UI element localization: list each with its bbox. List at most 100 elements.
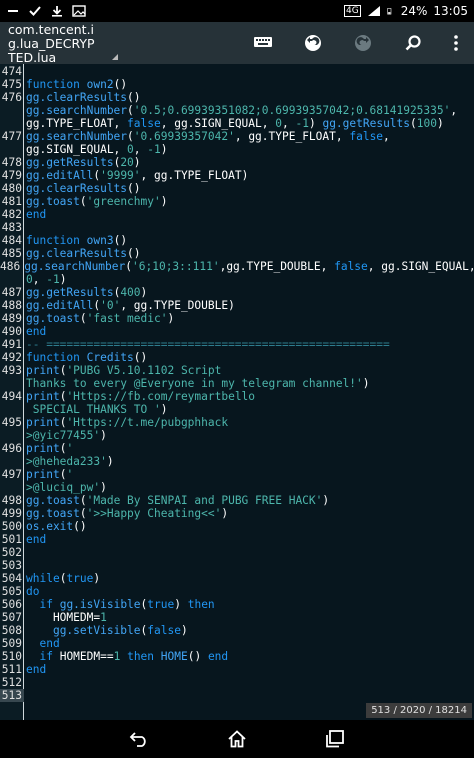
code-line[interactable]: 511 end (0, 663, 474, 676)
line-text: while(true) (24, 572, 100, 585)
code-line[interactable]: gg.SIGN_EQUAL, 0, -1) (0, 143, 474, 156)
code-token: gg.searchNumber (24, 260, 126, 273)
cursor-position-indicator: 513 / 2020 / 18214 (366, 703, 472, 718)
line-text: >@heheda233') (24, 455, 114, 468)
code-token: , gg.TYPE_FLOAT, (234, 130, 350, 143)
code-line[interactable]: 500 os.exit() (0, 520, 474, 533)
code-line[interactable]: 503 (0, 559, 474, 572)
code-line[interactable]: 495 print('Https://t.me/pubgphhack (0, 416, 474, 429)
code-line[interactable]: 486 gg.searchNumber('6;10;3::111',gg.TYPE… (0, 260, 474, 273)
code-line[interactable]: 506 if gg.isVisible(true) then (0, 598, 474, 611)
code-token: false (349, 130, 384, 143)
code-line[interactable]: >@yic77455') (0, 429, 474, 442)
home-button[interactable] (217, 720, 257, 758)
code-token: ( (79, 507, 87, 520)
code-line[interactable]: 489 gg.toast('fast medic') (0, 312, 474, 325)
code-token: then (187, 598, 215, 611)
line-number (0, 273, 24, 286)
code-line[interactable]: 496 print(' (0, 442, 474, 455)
code-line[interactable]: 484 function own3() (0, 234, 474, 247)
code-line[interactable]: 491 -- ==================================… (0, 338, 474, 351)
code-token: 20 (120, 156, 134, 169)
line-text: gg.toast('Made By SENPAI and PUBG FREE H… (24, 494, 329, 507)
code-line[interactable]: 479 gg.editAll('9999', gg.TYPE_FLOAT) (0, 169, 474, 182)
line-number: 477 (1, 130, 22, 143)
code-token: gg.clearResults (26, 247, 128, 260)
code-editor[interactable]: 474 475 function own2() 476 gg.clearResults(… (0, 64, 474, 720)
line-number (0, 143, 24, 156)
code-line[interactable]: 492 function Credits() (0, 351, 474, 364)
code-token: HOME (160, 650, 188, 663)
code-line[interactable]: 490 end (0, 325, 474, 338)
code-line[interactable]: 501 end (0, 533, 474, 546)
line-text: end (24, 533, 46, 546)
code-token: '9999' (100, 169, 141, 182)
code-line[interactable]: 507 HOMEDM=1 (0, 611, 474, 624)
code-line[interactable]: 481 gg.toast('greenchmy') (0, 195, 474, 208)
code-line[interactable]: 509 end (0, 637, 474, 650)
code-line[interactable]: 485 gg.clearResults() (0, 247, 474, 260)
code-line[interactable]: 474 (0, 65, 474, 78)
code-line[interactable]: 508 gg.setVisible(false) (0, 624, 474, 637)
code-token: , (133, 143, 148, 156)
code-line[interactable]: >@heheda233') (0, 455, 474, 468)
code-line[interactable]: 0, -1) (0, 273, 474, 286)
code-token: >@heheda233' (26, 455, 107, 468)
undo-icon (305, 35, 321, 51)
toolbar (238, 22, 474, 64)
code-line[interactable]: 488 gg.editAll('0', gg.TYPE_DOUBLE) (0, 299, 474, 312)
line-text: gg.TYPE_FLOAT, false, gg.SIGN_EQUAL, 0, … (24, 117, 444, 130)
code-token: 'Https://fb.com/reymartbello (66, 390, 256, 403)
code-line[interactable]: 476 gg.clearResults() (0, 91, 474, 104)
code-line[interactable]: 487 gg.getResults(400) (0, 286, 474, 299)
code-line[interactable]: 482 end (0, 208, 474, 221)
code-line[interactable]: 478 gg.getResults(20) (0, 156, 474, 169)
code-line[interactable]: 513 (0, 689, 474, 702)
code-line[interactable]: gg.searchNumber('0.5;0.69939351082;0.699… (0, 104, 474, 117)
status-bar: 4G 24% 13:05 (0, 0, 474, 22)
code-line[interactable]: 477 gg.searchNumber('0.69939357042', gg.T… (0, 130, 474, 143)
code-token: ) (160, 195, 168, 208)
back-button[interactable] (119, 720, 159, 758)
network-badge: 4G (344, 5, 361, 17)
code-area[interactable]: 474 475 function own2() 476 gg.clearResults(… (0, 65, 474, 702)
code-line[interactable]: >@luciq_pw') (0, 481, 474, 494)
recents-button[interactable] (315, 720, 355, 758)
code-line[interactable]: 494 print('Https://fb.com/reymartbello (0, 390, 474, 403)
code-line[interactable]: 497 print(' (0, 468, 474, 481)
code-line[interactable]: 498 gg.toast('Made By SENPAI and PUBG FRE… (0, 494, 474, 507)
line-text: end (24, 663, 46, 676)
more-options-button[interactable] (438, 22, 474, 64)
code-line[interactable]: 502 (0, 546, 474, 559)
code-line[interactable]: 512 (0, 676, 474, 689)
line-text: gg.clearResults() (24, 182, 141, 195)
code-token: gg.isVisible (59, 598, 141, 611)
code-token: () (127, 91, 141, 104)
line-text: gg.getResults(20) (24, 156, 141, 169)
code-line[interactable]: Thanks to every @Everyone in my telegram… (0, 377, 474, 390)
code-line[interactable]: 505 do (0, 585, 474, 598)
file-title[interactable]: com.tencent.i g.lua_DECRYP TED.lua (0, 22, 120, 64)
code-line[interactable]: 493 print('PUBG V5.10.1102 Script (0, 364, 474, 377)
code-token: ,gg.TYPE_DOUBLE, (219, 260, 335, 273)
code-token: ) (106, 455, 114, 468)
code-line[interactable]: SPECIAL THANKS TO ') (0, 403, 474, 416)
code-line[interactable]: 510 if HOMEDM==1 then HOME() end (0, 650, 474, 663)
line-number (0, 403, 24, 416)
line-number (0, 117, 24, 130)
code-line[interactable]: 480 gg.clearResults() (0, 182, 474, 195)
code-token: () (113, 234, 128, 247)
code-line[interactable]: 499 gg.toast('>>Happy Cheating<<') (0, 507, 474, 520)
minus-icon (8, 10, 18, 12)
search-button[interactable] (388, 22, 438, 64)
code-line[interactable]: gg.TYPE_FLOAT, false, gg.SIGN_EQUAL, 0, … (0, 117, 474, 130)
redo-button[interactable] (338, 22, 388, 64)
code-line[interactable]: 475 function own2() (0, 78, 474, 91)
keyboard-button[interactable] (238, 22, 288, 64)
line-text: >@yic77455') (24, 429, 107, 442)
code-line[interactable]: 483 (0, 221, 474, 234)
line-number: 487 (1, 286, 22, 299)
code-line[interactable]: 504 while(true) (0, 572, 474, 585)
undo-button[interactable] (288, 22, 338, 64)
